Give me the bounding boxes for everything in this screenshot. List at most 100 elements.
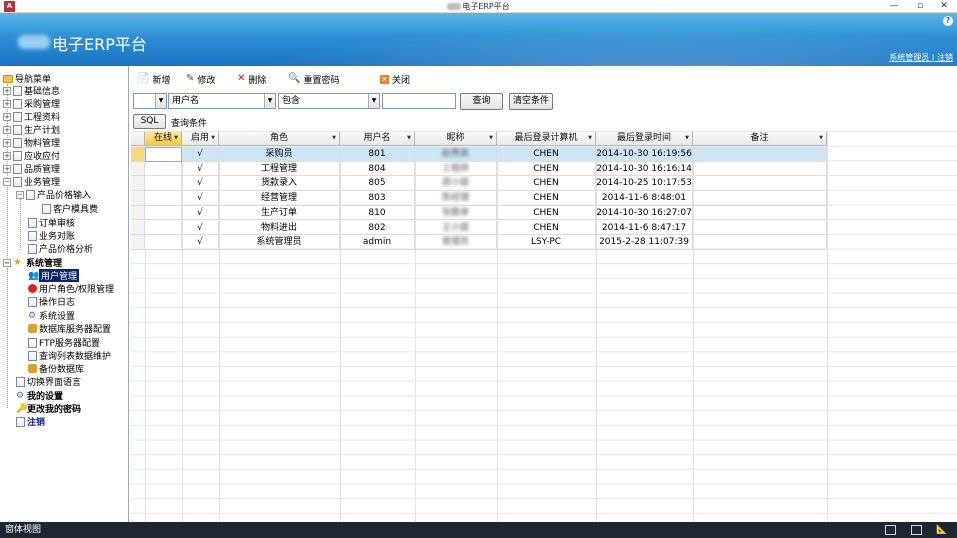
- form-view-icon[interactable]: [885, 525, 896, 535]
- page-icon: [13, 137, 22, 148]
- expand-icon[interactable]: +: [3, 138, 11, 147]
- sidebar-item-settings[interactable]: ⚙ 系统设置: [28, 309, 75, 323]
- close-window-button[interactable]: ✕: [936, 0, 952, 13]
- restore-button[interactable]: ▫: [912, 0, 928, 13]
- table-row[interactable]: √ 货款录入 805 周小姐 CHEN 2014-10-25 10:17:53: [131, 176, 827, 192]
- expand-icon[interactable]: +: [3, 151, 11, 160]
- delete-button[interactable]: ✕ 删除: [237, 72, 266, 86]
- sql-button[interactable]: SQL: [133, 114, 166, 129]
- table-row[interactable]: √ 系统管理员 admin 管理员 LSY-PC 2015-2-28 11:07:39: [131, 235, 827, 250]
- new-button[interactable]: 📄 新增: [137, 72, 170, 86]
- sort-arrow-icon[interactable]: ▼: [332, 132, 336, 145]
- row-selector[interactable]: [131, 205, 145, 221]
- sidebar-item-business[interactable]: − 业务管理: [3, 175, 60, 188]
- table-row[interactable]: √ 物料进出 802 王小姐 CHEN 2014-11-6 8:47:17: [131, 220, 827, 236]
- sidebar-item-order-review[interactable]: 订单审核: [28, 216, 75, 229]
- sidebar-item-material[interactable]: + 物料管理: [3, 136, 60, 149]
- expand-icon[interactable]: +: [3, 125, 11, 134]
- row-selector[interactable]: [131, 191, 145, 206]
- page-icon: [13, 111, 22, 122]
- sidebar-item-quality[interactable]: + 品质管理: [3, 162, 60, 175]
- sort-arrow-icon[interactable]: ▼: [211, 132, 215, 145]
- close-button[interactable]: ✕ 关闭: [380, 72, 410, 86]
- sidebar-item-price-input[interactable]: − 产品价格输入: [16, 188, 91, 201]
- cell-role: 工程管理: [219, 161, 340, 177]
- sidebar-item-price-analysis[interactable]: 产品价格分析: [28, 242, 93, 255]
- sort-arrow-icon[interactable]: ▼: [407, 132, 411, 145]
- table-row[interactable]: √ 经营管理 803 陈经理 CHEN 2014-11-6 8:48:01: [131, 191, 827, 206]
- reset-password-button[interactable]: 🔍 重置密码: [288, 72, 339, 86]
- sort-arrow-icon[interactable]: ▼: [685, 132, 689, 145]
- query-button[interactable]: 查询: [460, 93, 503, 110]
- sidebar-item-mold-fee[interactable]: 客户模具费: [42, 202, 98, 215]
- chevron-down-icon[interactable]: ▼: [368, 94, 379, 108]
- sidebar-item-logout[interactable]: 注销: [16, 415, 45, 428]
- help-icon[interactable]: ?: [943, 16, 953, 26]
- clear-conditions-button[interactable]: 清空条件: [509, 93, 553, 110]
- field-combo[interactable]: 用户名 ▼: [168, 93, 276, 109]
- table-row[interactable]: √ 采购员 801 赵秀英 CHEN 2014-10-30 16:19:56: [131, 147, 827, 162]
- edit-button[interactable]: ✎ 修改: [186, 72, 215, 86]
- column-header-label: 启用: [190, 133, 209, 143]
- sort-arrow-icon[interactable]: ▼: [174, 132, 178, 145]
- cell-role: 生产订单: [219, 205, 340, 221]
- minimize-button[interactable]: —: [886, 0, 902, 13]
- sort-arrow-icon[interactable]: ▼: [819, 132, 823, 145]
- column-header[interactable]: 用户名 ▼: [340, 132, 415, 146]
- user-logout-links[interactable]: 系统管理员 | 注销: [889, 52, 953, 63]
- delete-icon: ✕: [237, 73, 246, 84]
- column-header[interactable]: 昵称 ▼: [415, 132, 497, 146]
- operator-combo[interactable]: 包含 ▼: [278, 93, 380, 109]
- chevron-down-icon[interactable]: ▼: [264, 94, 275, 108]
- sidebar-item-language[interactable]: 切换界面语言: [16, 375, 81, 388]
- cell-pc: LSY-PC: [497, 235, 596, 250]
- expand-icon[interactable]: +: [3, 86, 11, 95]
- sidebar-item-purchase[interactable]: + 采购管理: [3, 97, 60, 110]
- sidebar-item-db-server[interactable]: 数据库服务器配置: [28, 322, 111, 335]
- row-selector[interactable]: [131, 147, 145, 162]
- sidebar-item-reconcile[interactable]: 业务对账: [28, 229, 75, 242]
- collapse-icon[interactable]: −: [3, 177, 11, 186]
- column-header[interactable]: 最后登录时间 ▼: [596, 132, 693, 146]
- expand-icon[interactable]: +: [3, 112, 11, 121]
- sidebar-item-receivable[interactable]: + 应收应付: [3, 149, 60, 162]
- layout-view-icon[interactable]: 📐: [936, 525, 947, 535]
- sidebar-item-ftp[interactable]: FTP服务器配置: [28, 336, 100, 349]
- column-header[interactable]: 角色 ▼: [219, 132, 340, 146]
- sidebar-item-my-settings[interactable]: ⚙ 我的设置: [16, 389, 63, 403]
- sidebar-item-backup[interactable]: 备份数据库: [28, 362, 84, 375]
- sidebar-item-basic[interactable]: + 基础信息: [3, 84, 60, 97]
- sidebar-item-oplog[interactable]: 操作日志: [28, 295, 75, 308]
- datasheet-view-icon[interactable]: [911, 525, 922, 535]
- expand-icon[interactable]: +: [3, 164, 11, 173]
- table-row[interactable]: √ 工程管理 804 工程师 CHEN 2014-10-30 16:16:14: [131, 161, 827, 177]
- logic-combo[interactable]: ▼: [133, 93, 167, 109]
- sidebar-item-production[interactable]: + 生产计划: [3, 123, 60, 136]
- cell-nick: 管理员: [415, 235, 497, 250]
- cell-note: [693, 235, 827, 250]
- settings-icon: ⚙: [28, 310, 37, 321]
- column-header[interactable]: 最后登录计算机 ▼: [497, 132, 596, 146]
- expand-icon[interactable]: +: [3, 99, 11, 108]
- sidebar-item-password[interactable]: 🔑 更改我的密码: [16, 402, 81, 416]
- row-selector[interactable]: [131, 235, 145, 250]
- sidebar-item-query-maint[interactable]: 查询列表数据维护: [28, 349, 111, 362]
- sidebar-item-user-mgmt[interactable]: 👥 用户管理: [28, 269, 80, 282]
- sidebar-item-engineering[interactable]: + 工程资料: [3, 110, 60, 123]
- chevron-down-icon[interactable]: ▼: [155, 94, 166, 108]
- sidebar-item-system[interactable]: − ★ 系统管理: [3, 256, 62, 269]
- collapse-icon[interactable]: −: [3, 258, 11, 267]
- table-row[interactable]: √ 生产订单 810 张跟单 CHEN 2014-10-30 16:27:07: [131, 205, 827, 221]
- column-header[interactable]: 在线 ▼: [145, 132, 182, 146]
- sidebar-item-roles[interactable]: 用户角色/权限管理: [28, 282, 114, 295]
- column-header[interactable]: 启用 ▼: [182, 132, 219, 146]
- row-indicator-header[interactable]: [131, 132, 145, 146]
- row-selector[interactable]: [131, 176, 145, 192]
- sort-arrow-icon[interactable]: ▼: [588, 132, 592, 145]
- row-selector[interactable]: [131, 161, 145, 177]
- column-header[interactable]: 备注 ▼: [693, 132, 827, 146]
- sort-arrow-icon[interactable]: ▼: [489, 132, 493, 145]
- row-selector[interactable]: [131, 220, 145, 236]
- filter-value-input[interactable]: [382, 93, 456, 109]
- collapse-icon[interactable]: −: [16, 190, 24, 199]
